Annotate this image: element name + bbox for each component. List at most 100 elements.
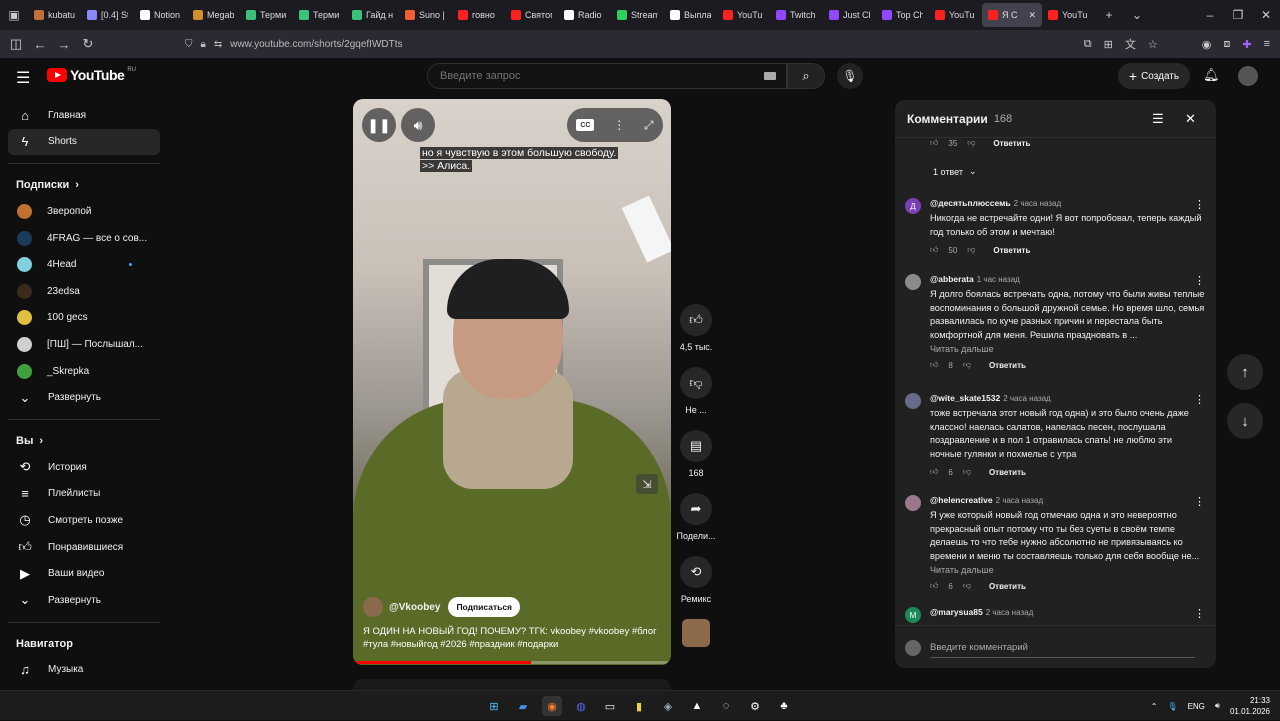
miniplayer-icon[interactable]: ⇲ — [636, 474, 658, 494]
browser-tab[interactable]: YouTu — [929, 3, 982, 27]
url-text[interactable]: www.youtube.com/shorts/2gqefIWDTts — [230, 39, 402, 50]
notifications-bell-icon[interactable]: 🔔︎ — [1203, 67, 1220, 83]
start-windows-icon[interactable]: ⊞ — [484, 696, 504, 716]
browser-tab[interactable]: YouTu — [717, 3, 770, 27]
reply-button[interactable]: Ответить — [989, 361, 1026, 370]
browser-tab[interactable]: Just Ch — [823, 3, 876, 27]
tab-list-icon[interactable]: ▣ — [0, 0, 28, 30]
comment-avatar[interactable] — [905, 495, 921, 511]
shorts-video-player[interactable]: ❚❚ 🔊︎ CC ⋮ ⤢ но я чувствую в этом большу… — [353, 99, 671, 665]
pip-icon[interactable]: ⧉ — [1084, 38, 1092, 51]
comment-author[interactable]: @десятьплюссемь — [930, 198, 1011, 208]
comment-time[interactable]: 2 часа назад — [986, 608, 1034, 617]
video-title[interactable]: Я ОДИН НА НОВЫЙ ГОД! ПОЧЕМУ? ТГК: vkoobe… — [363, 625, 663, 651]
browser-tab[interactable]: Top Ch — [876, 3, 929, 27]
replies-toggle[interactable]: 1 ответ ⌄ — [933, 166, 977, 177]
lock-icon[interactable]: 🔒︎ — [201, 39, 206, 50]
comment-time[interactable]: 2 часа назад — [1003, 394, 1051, 403]
bookmark-star-icon[interactable]: ☆ — [1148, 38, 1158, 51]
new-tab-icon[interactable]: + — [1095, 0, 1123, 30]
browser-tab[interactable]: Терми — [240, 3, 293, 27]
thumbs-down-icon[interactable]: 👎︎ — [963, 360, 971, 370]
keyboard-icon[interactable] — [764, 72, 776, 80]
comment-time[interactable]: 2 часа назад — [1014, 199, 1062, 208]
app-misc-icon[interactable]: ♣ — [774, 696, 794, 716]
tab-overflow-chevron-icon[interactable]: ⌄ — [1123, 0, 1151, 30]
thumbs-up-icon[interactable]: 👍︎ — [930, 138, 938, 148]
comment-more-icon[interactable]: ⋮ — [1194, 198, 1205, 211]
browser-tab[interactable]: говно — [452, 3, 505, 27]
thumbs-down-icon[interactable]: 👎︎ — [963, 581, 971, 591]
keyboard-language[interactable]: ENG — [1188, 702, 1205, 711]
forward-icon[interactable]: → — [52, 37, 76, 52]
comment-time[interactable]: 2 часа назад — [996, 496, 1044, 505]
reply-button[interactable]: Ответить — [993, 139, 1030, 148]
next-short-button[interactable]: ↓ — [1227, 403, 1263, 439]
discord-icon[interactable]: ◍ — [571, 696, 591, 716]
thumbs-up-icon[interactable]: 👍︎ — [930, 581, 938, 591]
like-button[interactable]: 👍︎ — [680, 304, 712, 336]
translate-icon[interactable]: 文 — [1125, 36, 1136, 52]
sidebar-expand-you[interactable]: ⌄ Развернуть — [8, 587, 160, 614]
sidebar-subscription[interactable]: Зверопой — [8, 198, 160, 225]
back-icon[interactable]: ← — [28, 37, 52, 52]
close-window-icon[interactable]: ✕ — [1252, 0, 1280, 30]
sidebar-item-your-videos[interactable]: ▶ Ваши видео — [8, 560, 160, 587]
comment-author[interactable]: @marysua85 — [930, 607, 983, 617]
steam-icon[interactable]: ◈ — [658, 696, 678, 716]
menu-icon[interactable]: ≡ — [1264, 38, 1270, 50]
thumbs-up-icon[interactable]: 👍︎ — [930, 245, 938, 255]
search-button[interactable]: ⌕ — [787, 63, 825, 89]
browser-tab[interactable]: Гайд н — [346, 3, 399, 27]
thumbs-down-icon[interactable]: 👎︎ — [963, 467, 971, 477]
permissions-icon[interactable]: ⇆ — [214, 39, 222, 50]
tray-mic-icon[interactable]: 🎙︎ — [1167, 702, 1177, 711]
reload-icon[interactable]: ↻ — [76, 36, 100, 52]
sidebar-subscription[interactable]: 4FRAG — все о сов... — [8, 225, 160, 252]
captions-button[interactable]: CC — [576, 119, 595, 131]
comment-avatar[interactable] — [905, 274, 921, 290]
tray-chevron-up-icon[interactable]: ⌃ — [1151, 702, 1158, 711]
browser-tab[interactable]: YouTu — [1042, 3, 1095, 27]
app-circle-icon[interactable]: ◌ — [716, 696, 736, 716]
minimize-icon[interactable]: – — [1196, 0, 1224, 30]
browser-tab[interactable]: kubatu — [28, 3, 81, 27]
fullscreen-icon[interactable]: ⤢ — [644, 118, 654, 133]
terminal-icon[interactable]: ▭ — [600, 696, 620, 716]
browser-tab[interactable]: Святог — [505, 3, 558, 27]
clock[interactable]: 21:33 01.01.2026 — [1230, 695, 1270, 717]
browser-tab[interactable]: Twitch — [770, 3, 823, 27]
sidebar-subscription[interactable]: 100 gecs — [8, 305, 160, 332]
comment-avatar[interactable] — [905, 393, 921, 409]
account-avatar[interactable] — [1238, 66, 1258, 86]
comment-avatar[interactable]: Д — [905, 198, 921, 214]
close-icon[interactable]: ✕ — [1185, 111, 1196, 127]
thumbs-up-icon[interactable]: 👍︎ — [930, 467, 938, 477]
browser-tab[interactable]: Radio — [558, 3, 611, 27]
sidebar-item-shorts[interactable]: ϟ Shorts — [8, 128, 160, 156]
volume-button[interactable]: 🔊︎ — [401, 108, 435, 142]
you-heading[interactable]: Вы › — [8, 428, 160, 454]
comment-more-icon[interactable]: ⋮ — [1194, 607, 1205, 620]
sidebar-item-playlists[interactable]: ≡ Плейлисты — [8, 481, 160, 508]
app-triangle-icon[interactable]: ▲ — [687, 696, 707, 716]
firefox-icon[interactable]: ◉ — [542, 696, 562, 716]
comment-avatar[interactable]: M — [905, 607, 921, 623]
comment-more-icon[interactable]: ⋮ — [1194, 495, 1205, 508]
sidebar-item-watch-later[interactable]: ◷ Смотреть позже — [8, 507, 160, 534]
settings-gear-icon[interactable]: ⚙ — [745, 696, 765, 716]
sidebar-item-liked[interactable]: 👍︎ Понравившиеся — [8, 534, 160, 561]
sidebar-toggle-icon[interactable]: ◫ — [4, 36, 28, 52]
sidebar-subscription[interactable]: 23edsa — [8, 278, 160, 305]
tracking-shield-icon[interactable]: ⛉ — [185, 39, 193, 50]
dislike-button[interactable]: 👎︎ — [680, 367, 712, 399]
sidebar-subscription[interactable]: _Skrepka — [8, 358, 160, 385]
sidebar-item-music[interactable]: ♫ Музыка — [8, 657, 160, 684]
addon-icon[interactable]: ✚ — [1242, 38, 1251, 51]
thumbs-down-icon[interactable]: 👎︎ — [967, 138, 975, 148]
comments-button[interactable]: ▤ — [680, 430, 712, 462]
thumbs-up-icon[interactable]: 👍︎ — [930, 360, 938, 370]
comment-time[interactable]: 1 час назад — [977, 275, 1020, 284]
video-progress-bar[interactable] — [353, 661, 671, 664]
reply-button[interactable]: Ответить — [989, 582, 1026, 591]
